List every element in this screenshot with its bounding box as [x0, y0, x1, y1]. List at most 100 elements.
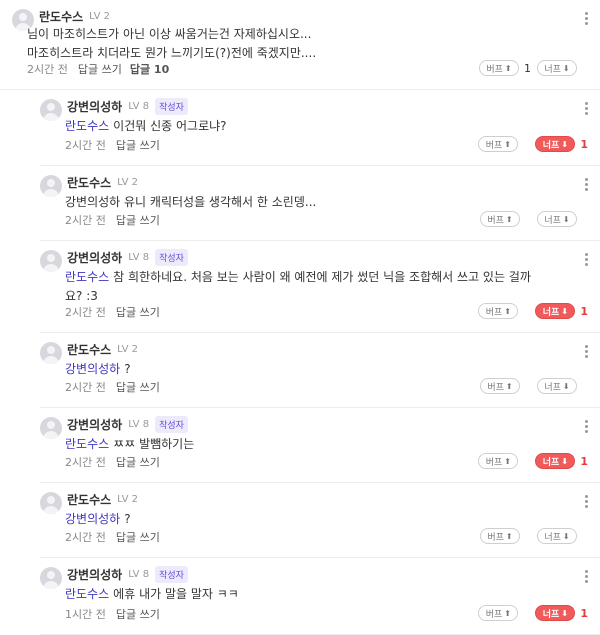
arrow-up-icon: ⬆ — [505, 531, 513, 541]
kebab-menu-icon[interactable] — [585, 420, 588, 433]
arrow-down-icon: ⬇ — [561, 306, 568, 316]
kebab-menu-icon[interactable] — [585, 253, 588, 266]
timestamp: 2시간 전 — [27, 63, 68, 76]
reply-comment: 란도수스 LV 2 강변의성하 유니 캐릭터성을 생각해서 한 소린뎅... 2시간 … — [40, 166, 600, 241]
upvote-button[interactable]: 버프 ⬆ — [478, 136, 519, 152]
comment-line: 란도수스 ㅉㅉ 발뺌하기는 — [65, 435, 574, 454]
nickname[interactable]: 란도수스 — [67, 491, 111, 508]
timestamp: 2시간 전 — [65, 139, 106, 152]
reply-button[interactable]: 답글 쓰기 — [116, 606, 160, 622]
default-avatar-icon[interactable] — [40, 342, 62, 364]
reply-comment: 강변의성하 LV 8 작성자 란도수스 참 희한하네요. 처음 보는 사람이 왜 예전에… — [40, 241, 600, 333]
level-badge: LV 8 — [128, 101, 150, 112]
comment-line-text: ? — [124, 512, 131, 526]
nickname[interactable]: 강변의성하 — [67, 566, 122, 583]
upvote-button[interactable]: 버프 ⬆ — [478, 605, 519, 621]
reply-button[interactable]: 답글 쓰기 — [116, 529, 160, 545]
upvote-button[interactable]: 버프 ⬆ — [479, 60, 519, 76]
reply-count-toggle[interactable]: 답글 10 — [130, 61, 169, 77]
vote-controls: 버프 ⬆ 너프 ⬇ 1 — [478, 136, 588, 152]
comment-text: 란도수스 이건뭐 신종 어그로냐? — [65, 117, 574, 136]
downvote-label: 너프 — [542, 140, 560, 151]
downvote-label: 너프 — [544, 215, 561, 226]
downvote-button[interactable]: 너프 ⬇ — [537, 60, 577, 76]
comment-header: 강변의성하 LV 8 작성자 — [67, 98, 188, 115]
downvote-button[interactable]: 너프 ⬇ — [535, 605, 576, 621]
nickname[interactable]: 란도수스 — [39, 8, 83, 25]
upvote-label: 버프 — [487, 382, 504, 393]
arrow-up-icon: ⬆ — [504, 139, 511, 149]
reply-button[interactable]: 답글 쓰기 — [116, 212, 160, 228]
arrow-up-icon: ⬆ — [504, 306, 511, 316]
kebab-menu-icon[interactable] — [585, 12, 588, 25]
nickname[interactable]: 란도수스 — [67, 174, 111, 191]
default-avatar-icon[interactable] — [40, 99, 62, 121]
reply-comment: 강변의성하 LV 8 작성자 란도수스 ㅉㅉ 발뺌하기는 2시간 전 답글 쓰기 버프 ⬆ 너프 ⬇… — [40, 408, 600, 483]
comment-line: 님이 마조히스트가 아닌 이상 싸움거는건 자제하십시오... — [27, 25, 574, 44]
kebab-menu-icon[interactable] — [585, 495, 588, 508]
comment-line-text: 님이 마조히스트가 아닌 이상 싸움거는건 자제하십시오... — [27, 27, 312, 41]
mention-link[interactable]: 란도수스 — [65, 587, 109, 601]
downvote-button[interactable]: 너프 ⬇ — [535, 303, 576, 319]
nickname[interactable]: 강변의성하 — [67, 98, 122, 115]
timestamp: 2시간 전 — [65, 531, 106, 544]
kebab-menu-icon[interactable] — [585, 178, 588, 191]
upvote-button[interactable]: 버프 ⬆ — [480, 211, 520, 227]
default-avatar-icon[interactable] — [40, 492, 62, 514]
mention-link[interactable]: 강변의성하 — [65, 512, 120, 526]
downvote-label: 너프 — [544, 64, 561, 75]
kebab-menu-icon[interactable] — [585, 570, 588, 583]
arrow-up-icon: ⬆ — [504, 63, 512, 73]
upvote-label: 버프 — [485, 307, 503, 318]
downvote-button[interactable]: 너프 ⬇ — [537, 211, 577, 227]
author-badge: 작성자 — [155, 98, 188, 115]
reply-button[interactable]: 답글 쓰기 — [78, 61, 122, 77]
upvote-button[interactable]: 버프 ⬆ — [478, 303, 519, 319]
upvote-label: 버프 — [486, 64, 503, 75]
downvote-button[interactable]: 너프 ⬇ — [537, 378, 577, 394]
comment-line: 란도수스 이건뭐 신종 어그로냐? — [65, 117, 574, 136]
downvote-button[interactable]: 너프 ⬇ — [535, 453, 576, 469]
mention-link[interactable]: 란도수스 — [65, 270, 109, 284]
reply-button[interactable]: 답글 쓰기 — [116, 137, 160, 153]
level-badge: LV 2 — [117, 344, 139, 355]
upvote-button[interactable]: 버프 ⬆ — [478, 453, 519, 469]
mention-link[interactable]: 란도수스 — [65, 437, 109, 451]
vote-controls: 버프 ⬆ 너프 ⬇ — [480, 528, 588, 544]
upvote-button[interactable]: 버프 ⬆ — [480, 528, 520, 544]
author-badge: 작성자 — [155, 566, 188, 583]
default-avatar-icon[interactable] — [40, 417, 62, 439]
downvote-label: 너프 — [544, 532, 561, 543]
upvote-label: 버프 — [485, 457, 503, 468]
comment-meta: 2시간 전 답글 쓰기 답글 10 — [27, 61, 169, 77]
reply-button[interactable]: 답글 쓰기 — [116, 304, 160, 320]
nickname[interactable]: 강변의성하 — [67, 249, 122, 266]
downvote-label: 너프 — [542, 307, 560, 318]
default-avatar-icon[interactable] — [40, 175, 62, 197]
mention-link[interactable]: 강변의성하 — [65, 362, 120, 376]
level-badge: LV 8 — [128, 252, 150, 263]
comment-line-text: 마조히스트라 치더라도 뭔가 느끼기도(?)전에 죽겠지만.... — [27, 46, 317, 60]
arrow-down-icon: ⬇ — [561, 456, 568, 466]
mention-link[interactable]: 란도수스 — [65, 119, 109, 133]
kebab-menu-icon[interactable] — [585, 102, 588, 115]
kebab-menu-icon[interactable] — [585, 345, 588, 358]
comment-meta: 2시간 전 답글 쓰기 — [65, 212, 168, 228]
reply-button[interactable]: 답글 쓰기 — [116, 454, 160, 470]
default-avatar-icon[interactable] — [40, 567, 62, 589]
downvote-button[interactable]: 너프 ⬇ — [537, 528, 577, 544]
upvote-button[interactable]: 버프 ⬆ — [480, 378, 520, 394]
arrow-down-icon: ⬇ — [562, 63, 570, 73]
comment-text: 란도수스 참 희한하네요. 처음 보는 사람이 왜 예전에 제가 썼던 닉을 조합… — [65, 268, 574, 306]
comment-meta: 1시간 전 답글 쓰기 — [65, 606, 168, 622]
default-avatar-icon[interactable] — [40, 250, 62, 272]
level-badge: LV 2 — [117, 177, 139, 188]
upvote-label: 버프 — [485, 609, 503, 620]
nickname[interactable]: 란도수스 — [67, 341, 111, 358]
comment-line-text: 참 희한하네요. 처음 보는 사람이 왜 예전에 제가 썼던 닉을 조합해서 쓰… — [113, 270, 531, 284]
nickname[interactable]: 강변의성하 — [67, 416, 122, 433]
reply-button[interactable]: 답글 쓰기 — [116, 379, 160, 395]
comment-text: 강변의성하 유니 캐릭터성을 생각해서 한 소린뎅... — [65, 193, 574, 212]
comment-header: 란도수스 LV 2 — [67, 174, 138, 191]
downvote-button[interactable]: 너프 ⬇ — [535, 136, 576, 152]
